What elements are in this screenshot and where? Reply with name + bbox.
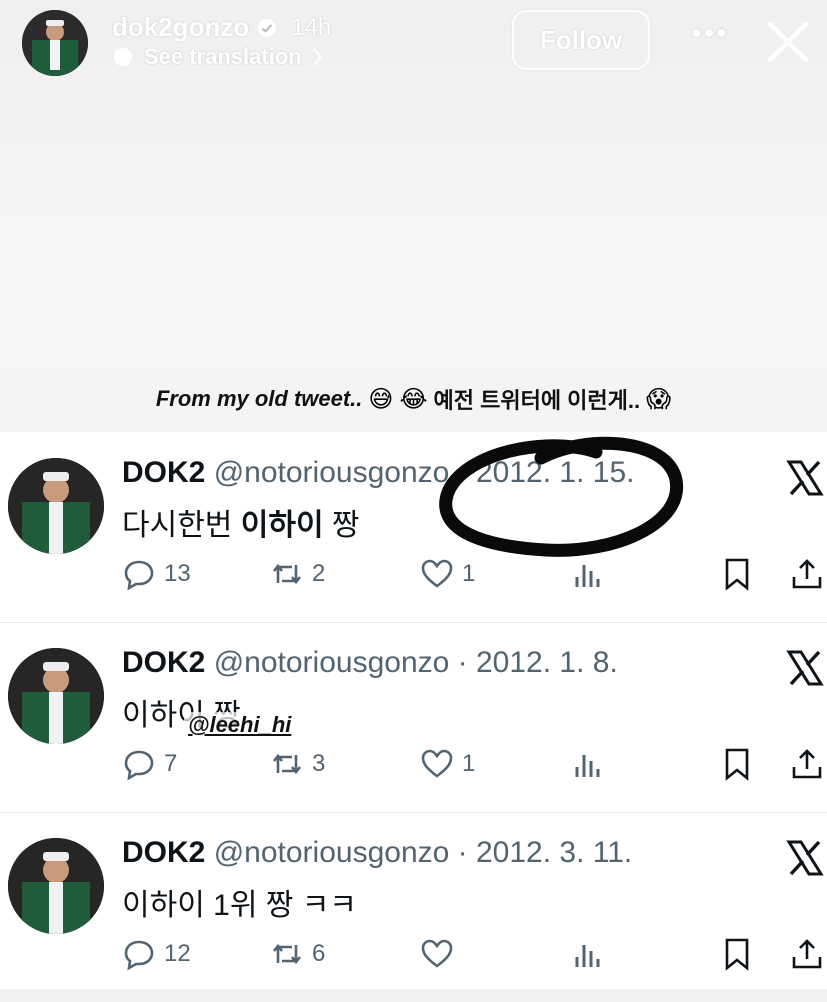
bookmark-button[interactable] [720,744,754,784]
tears-of-joy-emoji: 😂 [399,385,428,413]
tweet-handle[interactable]: @notoriousgonzo [214,646,450,679]
tweet-text: 이하이 1위 짱 ㅋㅋ [122,880,357,924]
tweet-avatar[interactable] [8,458,104,554]
see-translation-link[interactable]: See translation [112,44,324,70]
tweet-card[interactable]: DOK2 @notoriousgonzo · 2012. 3. 11. 이하이 … [0,812,827,1002]
caption-english: From my old tweet.. [155,386,363,411]
story-caption: From my old tweet.. 😅 😂 예전 트위터에 이런게.. 😱 [0,383,827,415]
views-button[interactable] [572,744,606,784]
share-button[interactable] [790,744,824,784]
retweet-count: 2 [312,560,326,587]
views-icon [575,945,600,967]
like-icon [421,939,453,968]
views-button[interactable] [572,934,606,974]
tweet-text-main: 이하이 [122,889,205,922]
like-count: 1 [462,750,476,777]
tweet-display-name[interactable]: DOK2 [122,646,205,679]
close-icon[interactable] [762,16,814,68]
like-icon [421,749,453,778]
reply-icon [124,940,154,971]
globe-icon [114,48,132,66]
retweet-button[interactable]: 6 [270,934,325,974]
views-icon [575,565,600,587]
screaming-emoji: 😱 [646,385,672,413]
tweet-card[interactable]: DOK2 @notoriousgonzo · 2012. 1. 15. 다시한번… [0,432,827,623]
tweet-display-name[interactable]: DOK2 [122,836,205,869]
tweet-handle[interactable]: @notoriousgonzo [214,836,450,869]
tweet-handle[interactable]: @notoriousgonzo [214,456,450,489]
retweet-icon [272,753,302,775]
reply-button[interactable]: 12 [122,934,191,974]
tweet-actions: 7 3 1 [122,744,827,788]
verified-icon [258,18,277,37]
sweat-smile-emoji: 😅 [368,385,394,413]
mention-sticker[interactable]: @leehi_hi [184,712,296,738]
tweet-display-name[interactable]: DOK2 [122,456,205,489]
chevron-right-icon [312,48,323,66]
share-button[interactable] [790,934,824,974]
tweet-header: DOK2 @notoriousgonzo · 2012. 1. 8. [122,646,618,680]
tweet-actions: 13 2 1 [122,554,827,598]
retweet-count: 6 [312,940,326,967]
bookmark-icon [725,748,749,781]
tweet-header: DOK2 @notoriousgonzo · 2012. 1. 15. [122,456,634,490]
views-icon [575,755,600,777]
share-icon [792,559,822,589]
share-icon [792,939,822,969]
retweet-count: 3 [312,750,326,777]
story-avatar[interactable] [22,10,88,76]
reply-button[interactable]: 13 [122,554,191,594]
x-logo-icon [786,840,824,876]
retweet-button[interactable]: 2 [270,554,325,594]
tweet-card[interactable]: DOK2 @notoriousgonzo · 2012. 1. 8. 이하이 짱… [0,622,827,813]
story-time: 14h [291,13,332,41]
more-options-button[interactable]: ••• [688,19,732,54]
story-username[interactable]: dok2gonzo [112,12,249,43]
tweet-header: DOK2 @notoriousgonzo · 2012. 3. 11. [122,836,632,870]
reply-count: 7 [164,750,178,777]
bookmark-button[interactable] [720,554,754,594]
like-button[interactable] [420,934,462,974]
like-icon [421,559,453,588]
story-user-line: dok2gonzo 14h [112,12,331,43]
like-button[interactable]: 1 [420,554,475,594]
tweet-avatar[interactable] [8,648,104,744]
tweet-text: 다시한번 이하이 짱 [122,500,360,544]
reply-count: 12 [164,940,191,967]
like-count: 1 [462,560,476,587]
retweet-icon [272,563,302,585]
see-translation-label: See translation [144,44,302,69]
bookmark-button[interactable] [720,934,754,974]
x-logo-icon [786,650,824,686]
separator-dot: · [457,836,468,869]
tweet-actions: 12 6 [122,934,827,978]
bookmark-icon [725,558,749,591]
caption-korean: 예전 트위터에 이런게.. [433,388,641,413]
share-icon [792,749,822,779]
tweet-date[interactable]: 2012. 3. 11. [476,836,632,869]
tweet-text-bold: 이하이 [240,509,324,542]
like-button[interactable]: 1 [420,744,475,784]
retweet-button[interactable]: 3 [270,744,325,784]
tweet-date[interactable]: 2012. 1. 15. [476,456,634,489]
views-button[interactable] [572,554,606,594]
reply-count: 13 [164,560,191,587]
separator-dot: · [457,646,468,679]
reply-icon [124,750,154,781]
x-logo-icon [786,460,824,496]
reply-icon [124,560,154,591]
share-button[interactable] [790,554,824,594]
retweet-icon [272,943,302,965]
tweet-text-suffix: 짱 [323,509,360,542]
tweet-text-suffix: 1위 짱 ㅋㅋ [204,889,357,922]
tweet-avatar[interactable] [8,838,104,934]
separator-dot: · [457,456,468,489]
tweet-screenshots: DOK2 @notoriousgonzo · 2012. 1. 15. 다시한번… [0,432,827,989]
tweet-date[interactable]: 2012. 1. 8. [476,646,618,679]
reply-button[interactable]: 7 [122,744,177,784]
follow-button[interactable]: Follow [512,10,650,70]
bookmark-icon [725,938,749,971]
tweet-text-prefix: 다시한번 [122,509,241,542]
